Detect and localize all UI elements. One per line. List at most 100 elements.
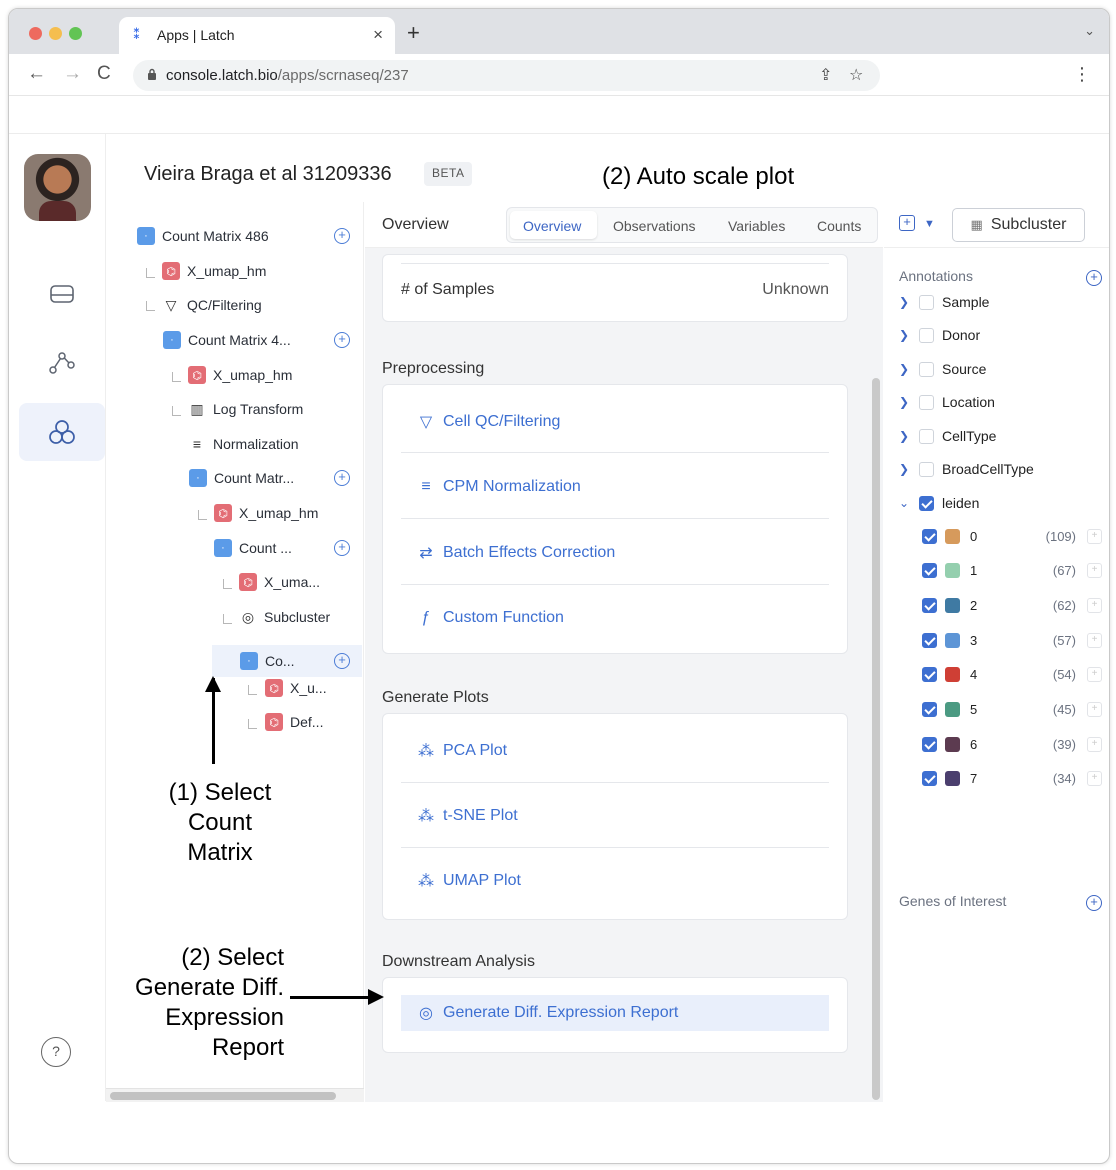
annotation-checkbox[interactable]: [919, 327, 934, 343]
add-icon[interactable]: +: [334, 540, 350, 556]
annotation-checkbox[interactable]: [919, 495, 934, 511]
chevron-right-icon[interactable]: ❯: [899, 462, 909, 476]
cluster-action-icon[interactable]: +: [1087, 667, 1102, 683]
chevron-down-icon[interactable]: ⌄: [1084, 23, 1095, 39]
annotation-checkbox[interactable]: [919, 428, 934, 444]
forward-icon[interactable]: →: [63, 63, 82, 85]
cluster-checkbox[interactable]: [922, 528, 937, 544]
new-tab-icon[interactable]: +: [407, 20, 420, 46]
cluster-color-swatch[interactable]: [945, 702, 960, 717]
chevron-right-icon[interactable]: ❯: [899, 429, 909, 443]
leiden-cluster-row[interactable]: 1 (67) +: [922, 561, 1104, 581]
cluster-checkbox[interactable]: [922, 702, 937, 717]
cluster-checkbox[interactable]: [922, 736, 937, 752]
cluster-action-icon[interactable]: +: [1087, 632, 1102, 648]
cluster-color-swatch[interactable]: [945, 528, 960, 544]
back-icon[interactable]: ←: [27, 63, 46, 85]
add-annotation-icon[interactable]: +: [1086, 270, 1102, 286]
tree-node-selected-count-matrix[interactable]: · Co...: [240, 648, 295, 674]
chevron-right-icon[interactable]: ❯: [899, 395, 909, 409]
leiden-cluster-row[interactable]: 5 (45) +: [922, 700, 1104, 720]
help-icon[interactable]: ?: [41, 1037, 71, 1067]
leiden-cluster-row[interactable]: 2 (62) +: [922, 595, 1104, 615]
tab-variables[interactable]: Variables: [728, 218, 785, 234]
cluster-color-swatch[interactable]: [945, 667, 960, 683]
pca-plot-button[interactable]: ⁂ PCA Plot: [401, 731, 829, 771]
tree-node-subcluster[interactable]: ◎ Subcluster: [239, 604, 330, 630]
annotation-row[interactable]: ❯ Source: [899, 359, 986, 379]
add-icon[interactable]: +: [334, 653, 350, 669]
tree-node-normalization[interactable]: ≡ Normalization: [188, 431, 299, 457]
annotation-row[interactable]: ❯ CellType: [899, 426, 996, 446]
annotation-row[interactable]: ❯ Donor: [899, 325, 980, 345]
minimize-window-button[interactable]: [49, 27, 62, 40]
maximize-window-button[interactable]: [69, 27, 82, 40]
tree-node-umap[interactable]: ⌬ X_umap_hm: [162, 258, 266, 284]
close-icon[interactable]: ×: [373, 25, 383, 45]
leiden-cluster-row[interactable]: 6 (39) +: [922, 734, 1104, 754]
cluster-color-swatch[interactable]: [945, 736, 960, 752]
tree-node-count-matrix[interactable]: · Count Matrix 486: [137, 223, 269, 249]
star-icon[interactable]: ☆: [849, 65, 863, 85]
drive-icon[interactable]: [19, 265, 105, 323]
cluster-color-swatch[interactable]: [945, 597, 960, 613]
annotation-row-leiden[interactable]: ⌄ leiden: [899, 493, 979, 513]
annotation-checkbox[interactable]: [919, 294, 934, 310]
cluster-action-icon[interactable]: +: [1087, 771, 1102, 787]
tree-node-count-matrix[interactable]: · Count Matr...: [189, 465, 294, 491]
annotation-row[interactable]: ❯ Location: [899, 392, 995, 412]
leiden-cluster-row[interactable]: 4 (54) +: [922, 665, 1104, 685]
batch-effects-correction-button[interactable]: ⇄ Batch Effects Correction: [401, 533, 829, 573]
tree-node-qc-filtering[interactable]: ▽ QC/Filtering: [162, 292, 262, 318]
cpm-normalization-button[interactable]: ≡ CPM Normalization: [401, 467, 829, 507]
tree-node-count-matrix[interactable]: · Count ...: [214, 535, 292, 561]
workflow-icon[interactable]: [19, 334, 105, 392]
annotation-checkbox[interactable]: [919, 361, 934, 377]
reload-icon[interactable]: C: [97, 63, 111, 85]
annotation-checkbox[interactable]: [919, 394, 934, 410]
tree-node-log-transform[interactable]: ▥ Log Transform: [188, 396, 303, 422]
subcluster-button[interactable]: ▦ Subcluster: [952, 208, 1085, 242]
cluster-color-swatch[interactable]: [945, 563, 960, 579]
add-icon[interactable]: +: [334, 332, 350, 348]
cluster-checkbox[interactable]: [922, 632, 937, 648]
add-icon[interactable]: +: [334, 470, 350, 486]
tree-node-diff-expression[interactable]: ⌬ Def...: [265, 709, 323, 735]
close-window-button[interactable]: [29, 27, 42, 40]
vertical-scrollbar[interactable]: [872, 378, 880, 1100]
add-panel-icon[interactable]: +: [899, 215, 915, 231]
cluster-action-icon[interactable]: +: [1087, 736, 1102, 752]
cluster-checkbox[interactable]: [922, 563, 937, 579]
tree-node-umap[interactable]: ⌬ X_umap_hm: [188, 362, 292, 388]
tab-overview[interactable]: Overview: [523, 218, 581, 234]
leiden-cluster-row[interactable]: 7 (34) +: [922, 769, 1104, 789]
cluster-action-icon[interactable]: +: [1087, 528, 1102, 544]
cluster-checkbox[interactable]: [922, 771, 937, 787]
umap-plot-button[interactable]: ⁂ UMAP Plot: [401, 861, 829, 901]
apps-icon[interactable]: [19, 403, 105, 461]
cluster-color-swatch[interactable]: [945, 632, 960, 648]
horizontal-scrollbar[interactable]: [106, 1088, 364, 1102]
chevron-right-icon[interactable]: ❯: [899, 328, 909, 342]
chevron-down-icon[interactable]: ⌄: [899, 496, 909, 510]
leiden-cluster-row[interactable]: 3 (57) +: [922, 630, 1104, 650]
chevron-right-icon[interactable]: ❯: [899, 362, 909, 376]
tab-observations[interactable]: Observations: [613, 218, 695, 234]
tree-node-umap[interactable]: ⌬ X_uma...: [239, 569, 320, 595]
cluster-action-icon[interactable]: +: [1087, 702, 1102, 717]
cluster-checkbox[interactable]: [922, 667, 937, 683]
add-icon[interactable]: +: [334, 228, 350, 244]
chevron-down-icon[interactable]: ▼: [924, 218, 935, 230]
chevron-right-icon[interactable]: ❯: [899, 295, 909, 309]
add-gene-icon[interactable]: +: [1086, 895, 1102, 911]
avatar[interactable]: [24, 154, 91, 221]
tsne-plot-button[interactable]: ⁂ t-SNE Plot: [401, 796, 829, 836]
tree-node-umap[interactable]: ⌬ X_u...: [265, 675, 327, 701]
tab-counts[interactable]: Counts: [817, 218, 861, 234]
generate-diff-expression-report-button[interactable]: ◎ Generate Diff. Expression Report: [401, 995, 829, 1031]
share-icon[interactable]: ⇪: [819, 65, 832, 85]
kebab-menu-icon[interactable]: ⋮: [1073, 64, 1091, 85]
tree-node-count-matrix[interactable]: · Count Matrix 4...: [163, 327, 291, 353]
annotation-checkbox[interactable]: [919, 461, 934, 477]
cell-qc-filtering-button[interactable]: ▽ Cell QC/Filtering: [401, 402, 829, 442]
